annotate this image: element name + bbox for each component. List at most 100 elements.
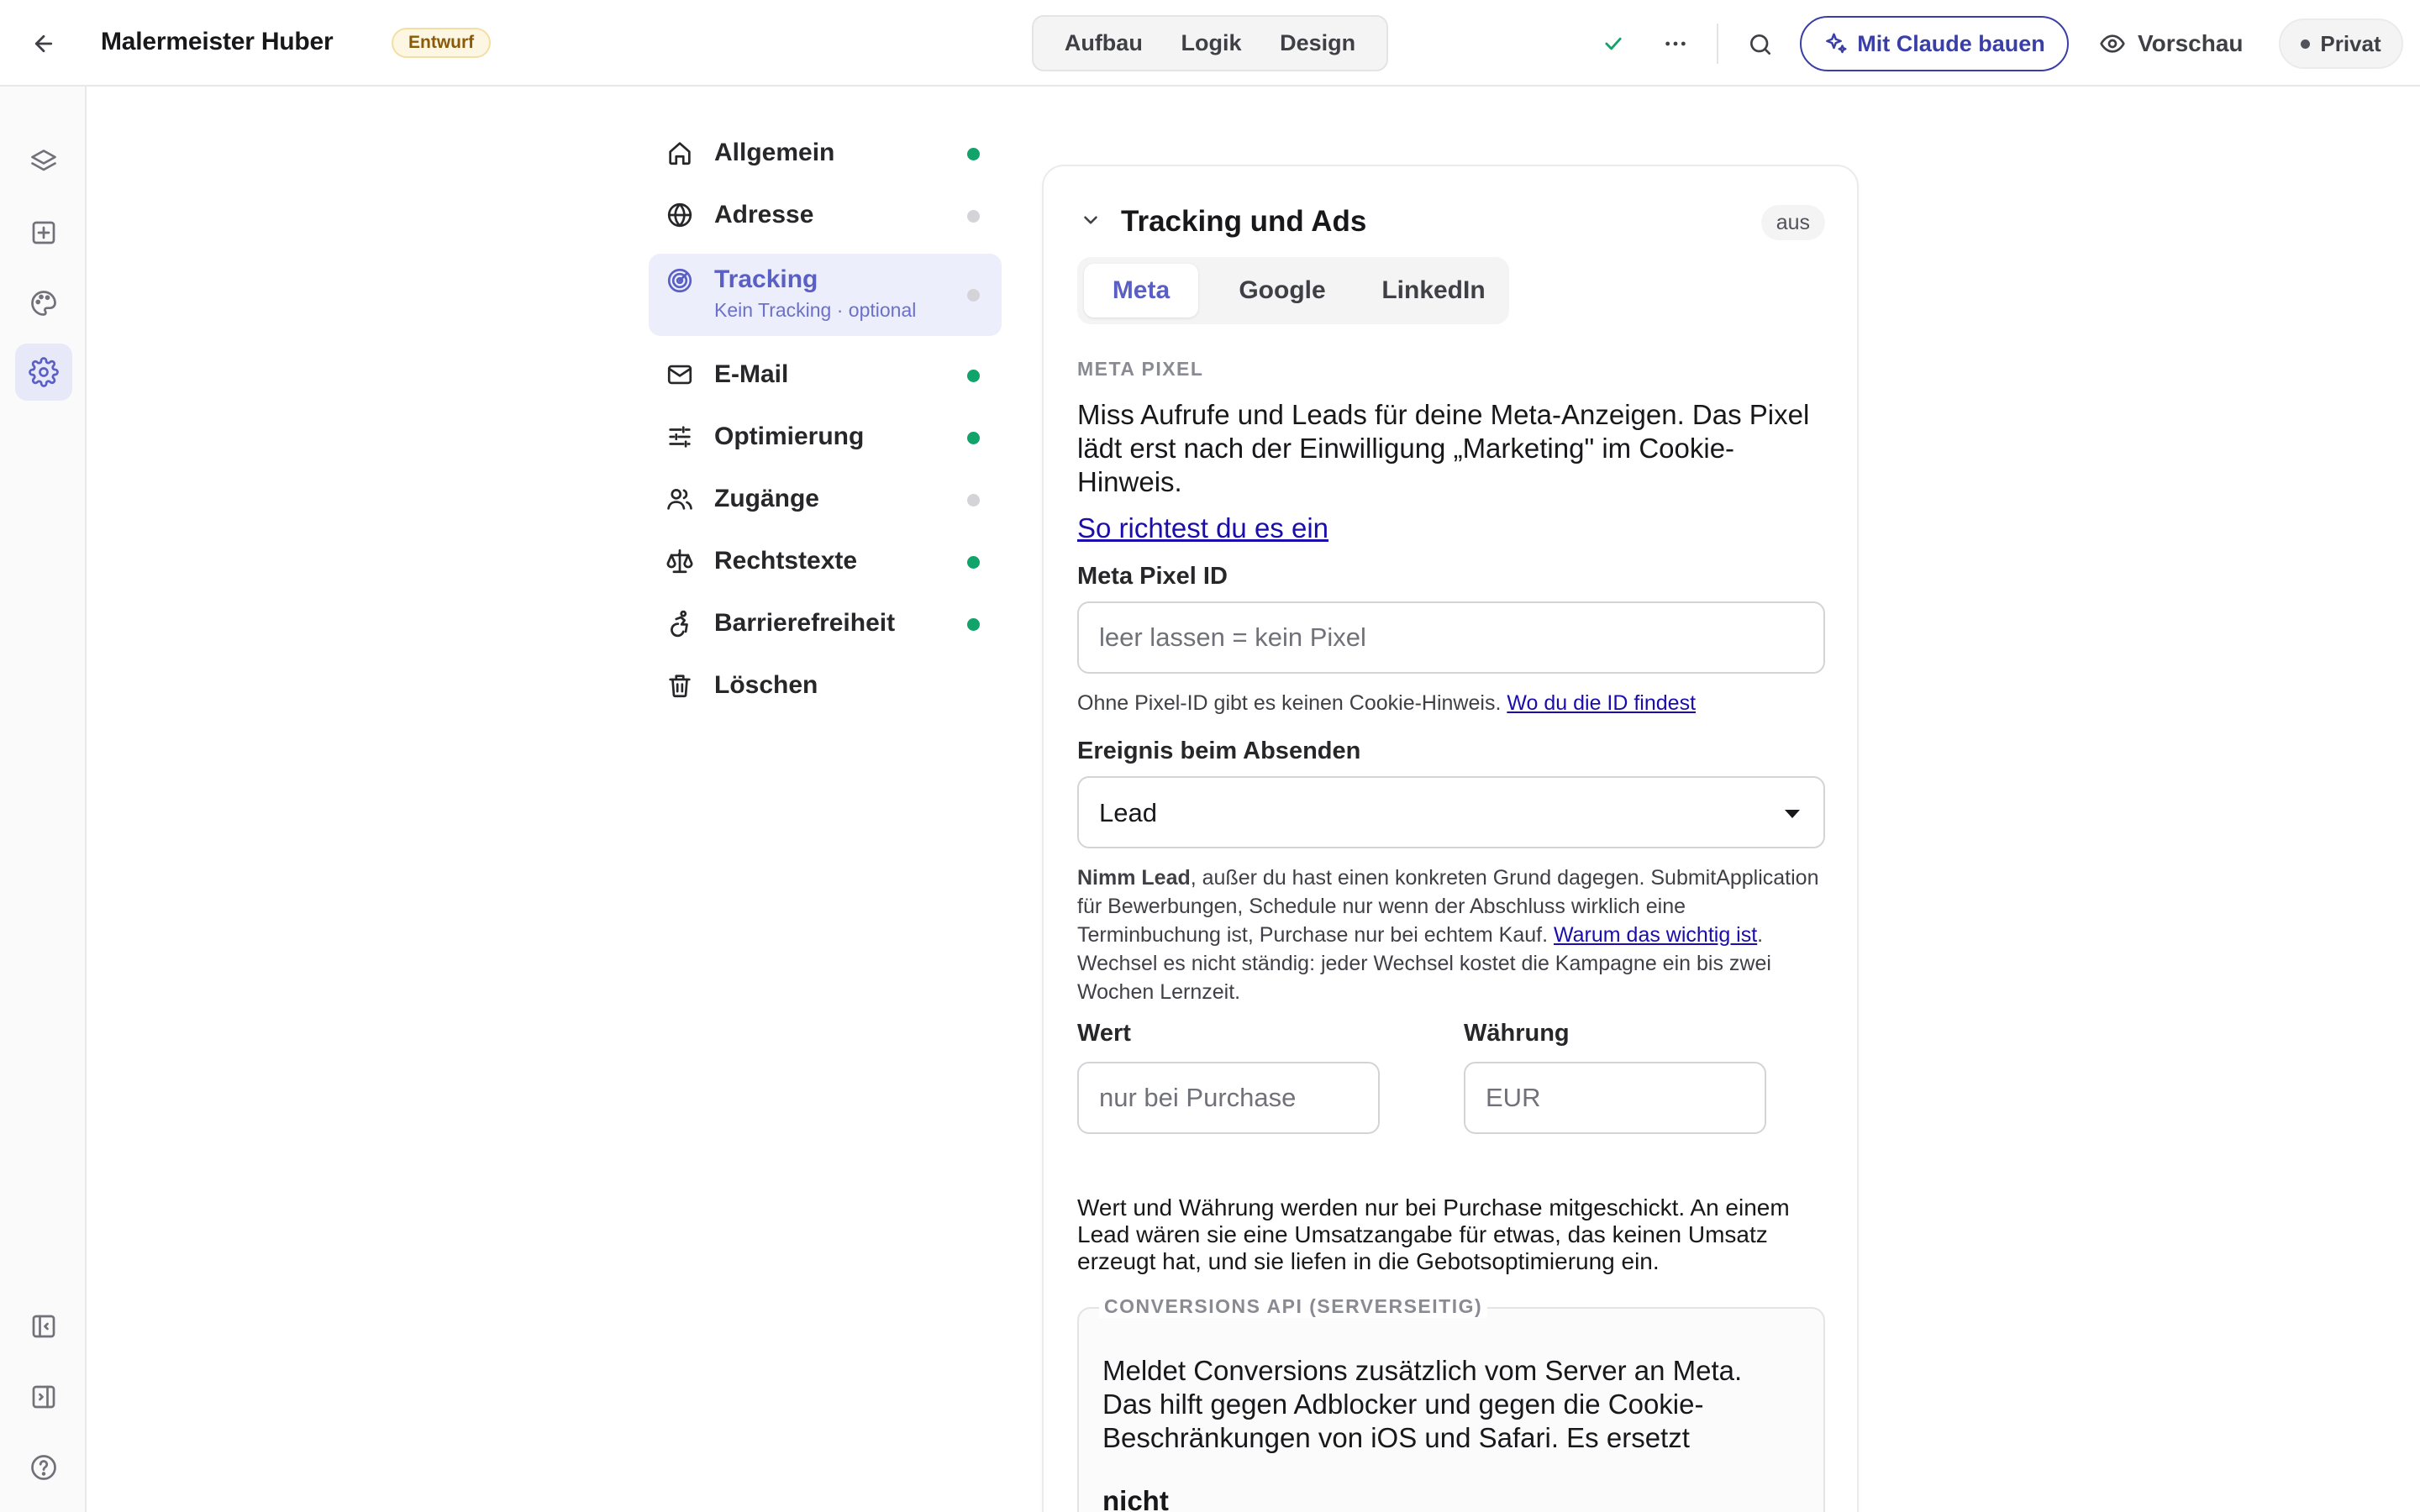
card-header[interactable]: Tracking und Ads aus — [1077, 197, 1825, 244]
chevron-down-icon[interactable] — [1077, 207, 1104, 234]
nav-item-barrierefreiheit[interactable]: Barrierefreiheit — [649, 596, 1002, 650]
plus-square-icon — [32, 221, 55, 244]
nav-item-sublabel: Kein Tracking · optional — [714, 299, 917, 321]
globe-icon — [666, 201, 694, 229]
currency-input[interactable] — [1464, 1062, 1766, 1134]
panel-right-icon — [32, 1385, 55, 1409]
build-with-claude-button[interactable]: Mit Claude bauen — [1800, 16, 2069, 71]
value-label: Wert — [1077, 1020, 1131, 1047]
tab-linkedin[interactable]: LinkedIn — [1363, 264, 1504, 318]
status-dot — [967, 289, 980, 302]
rail-collapse-left-button[interactable] — [15, 1298, 72, 1355]
build-with-claude-label: Mit Claude bauen — [1857, 30, 2045, 56]
search-button[interactable] — [1743, 27, 1778, 62]
nav-item-label: Rechtstexte — [714, 547, 858, 575]
nav-item-rechtstexte[interactable]: Rechtstexte — [649, 534, 1002, 588]
find-id-link[interactable]: Wo du die ID findest — [1507, 691, 1696, 715]
more-horizontal-icon — [1665, 41, 1686, 46]
sliders-icon — [666, 423, 694, 451]
pixel-id-help: Ohne Pixel-ID gibt es keinen Cookie-Hinw… — [1077, 689, 1825, 717]
card-title: Tracking und Ads — [1121, 205, 1367, 238]
rail-settings-button[interactable] — [15, 344, 72, 401]
nav-item-e-mail[interactable]: E-Mail — [649, 348, 1002, 402]
currency-label: Währung — [1464, 1020, 1570, 1047]
saved-indicator[interactable] — [1597, 27, 1630, 60]
rail-help-button[interactable] — [15, 1439, 72, 1496]
layers-icon — [31, 150, 56, 171]
status-dot — [967, 494, 980, 507]
eye-icon — [2100, 34, 2125, 53]
preview-label: Vorschau — [2138, 30, 2244, 56]
left-rail — [0, 87, 87, 1512]
search-icon — [1750, 34, 1770, 55]
rail-collapse-right-button[interactable] — [15, 1368, 72, 1425]
capi-label: CONVERSIONS API (SERVERSEITIG) — [1099, 1295, 1488, 1318]
capi-description: Meldet Conversions zusätzlich vom Server… — [1102, 1355, 1743, 1453]
check-icon — [1605, 37, 1622, 50]
sparkles-icon — [1826, 33, 1847, 54]
tracking-card: Tracking und Ads aus Meta Google LinkedI… — [1042, 165, 1859, 1512]
visibility-button[interactable]: Privat — [2279, 18, 2403, 69]
app-title: Malermeister Huber — [101, 28, 334, 55]
nav-item-label: Adresse — [714, 201, 814, 228]
nav-item-löschen[interactable]: Löschen — [649, 659, 1002, 712]
state-badge: aus — [1760, 205, 1825, 240]
pixel-id-input[interactable] — [1077, 601, 1825, 674]
meta-description: Miss Aufrufe und Leads für deine Meta-An… — [1077, 399, 1810, 497]
nav-item-tracking[interactable]: Tracking Kein Tracking · optional — [649, 254, 1002, 336]
event-label: Ereignis beim Absenden — [1077, 738, 1361, 764]
nav-item-zugänge[interactable]: Zugänge — [649, 472, 1002, 526]
capi-emphasis: nicht — [1102, 1485, 1169, 1512]
event-select[interactable]: Lead — [1077, 776, 1825, 848]
event-help: Nimm Lead, außer du hast einen konkreten… — [1077, 864, 1825, 1006]
preview-button[interactable]: Vorschau — [2099, 20, 2244, 67]
value-input[interactable] — [1077, 1062, 1380, 1134]
scale-icon — [666, 547, 694, 575]
rail-layers-button[interactable] — [15, 134, 72, 191]
help-circle-icon — [31, 1455, 56, 1480]
status-badge: Entwurf — [392, 28, 492, 58]
radar-icon — [666, 266, 694, 295]
back-button[interactable] — [25, 25, 62, 62]
nav-item-adresse[interactable]: Adresse — [649, 188, 1002, 242]
accessibility-icon — [666, 609, 694, 638]
mode-tabs: Aufbau Logik Design — [1032, 15, 1388, 71]
tab-meta[interactable]: Meta — [1084, 264, 1198, 318]
nav-item-label: Optimierung — [714, 423, 865, 450]
status-dot — [967, 370, 980, 382]
arrow-left-icon — [34, 34, 53, 53]
tab-aufbau[interactable]: Aufbau — [1053, 24, 1155, 63]
event-help-bold: Nimm Lead — [1077, 866, 1191, 890]
trash-icon — [666, 671, 694, 700]
tab-logik[interactable]: Logik — [1169, 24, 1253, 63]
rail-design-button[interactable] — [15, 275, 72, 332]
tab-design[interactable]: Design — [1268, 24, 1367, 63]
nav-item-label: E-Mail — [714, 360, 789, 388]
purchase-note: Wert und Währung werden nur bei Purchase… — [1077, 1194, 1790, 1274]
event-select-value: Lead — [1099, 798, 1157, 827]
divider — [1717, 24, 1718, 64]
status-dot — [967, 432, 980, 444]
visibility-label: Privat — [2320, 30, 2381, 56]
more-button[interactable] — [1659, 27, 1692, 60]
mail-icon — [666, 360, 694, 389]
users-icon — [666, 485, 694, 513]
caret-down-icon — [1783, 806, 1802, 822]
nav-item-label: Allgemein — [714, 139, 835, 166]
nav-item-allgemein[interactable]: Allgemein — [649, 126, 1002, 180]
capi-fieldset: CONVERSIONS API (SERVERSEITIG) Meldet Co… — [1077, 1295, 1825, 1512]
status-dot — [967, 210, 980, 223]
pixel-id-label: Meta Pixel ID — [1077, 563, 1228, 590]
app-root: Malermeister Huber Entwurf Aufbau Logik … — [0, 0, 2420, 1512]
panel-left-icon — [32, 1315, 55, 1338]
nav-item-label: Löschen — [714, 671, 818, 699]
top-bar: Malermeister Huber Entwurf Aufbau Logik … — [0, 0, 2420, 87]
why-important-link[interactable]: Warum das wichtig ist — [1554, 923, 1757, 947]
nav-item-optimierung[interactable]: Optimierung — [649, 410, 1002, 464]
rail-add-button[interactable] — [15, 204, 72, 261]
tab-google[interactable]: Google — [1212, 264, 1353, 318]
status-dot — [967, 148, 980, 160]
setup-guide-link[interactable]: So richtest du es ein — [1077, 512, 1328, 544]
nav-item-label: Barrierefreiheit — [714, 609, 896, 637]
visibility-dot — [2301, 39, 2311, 49]
